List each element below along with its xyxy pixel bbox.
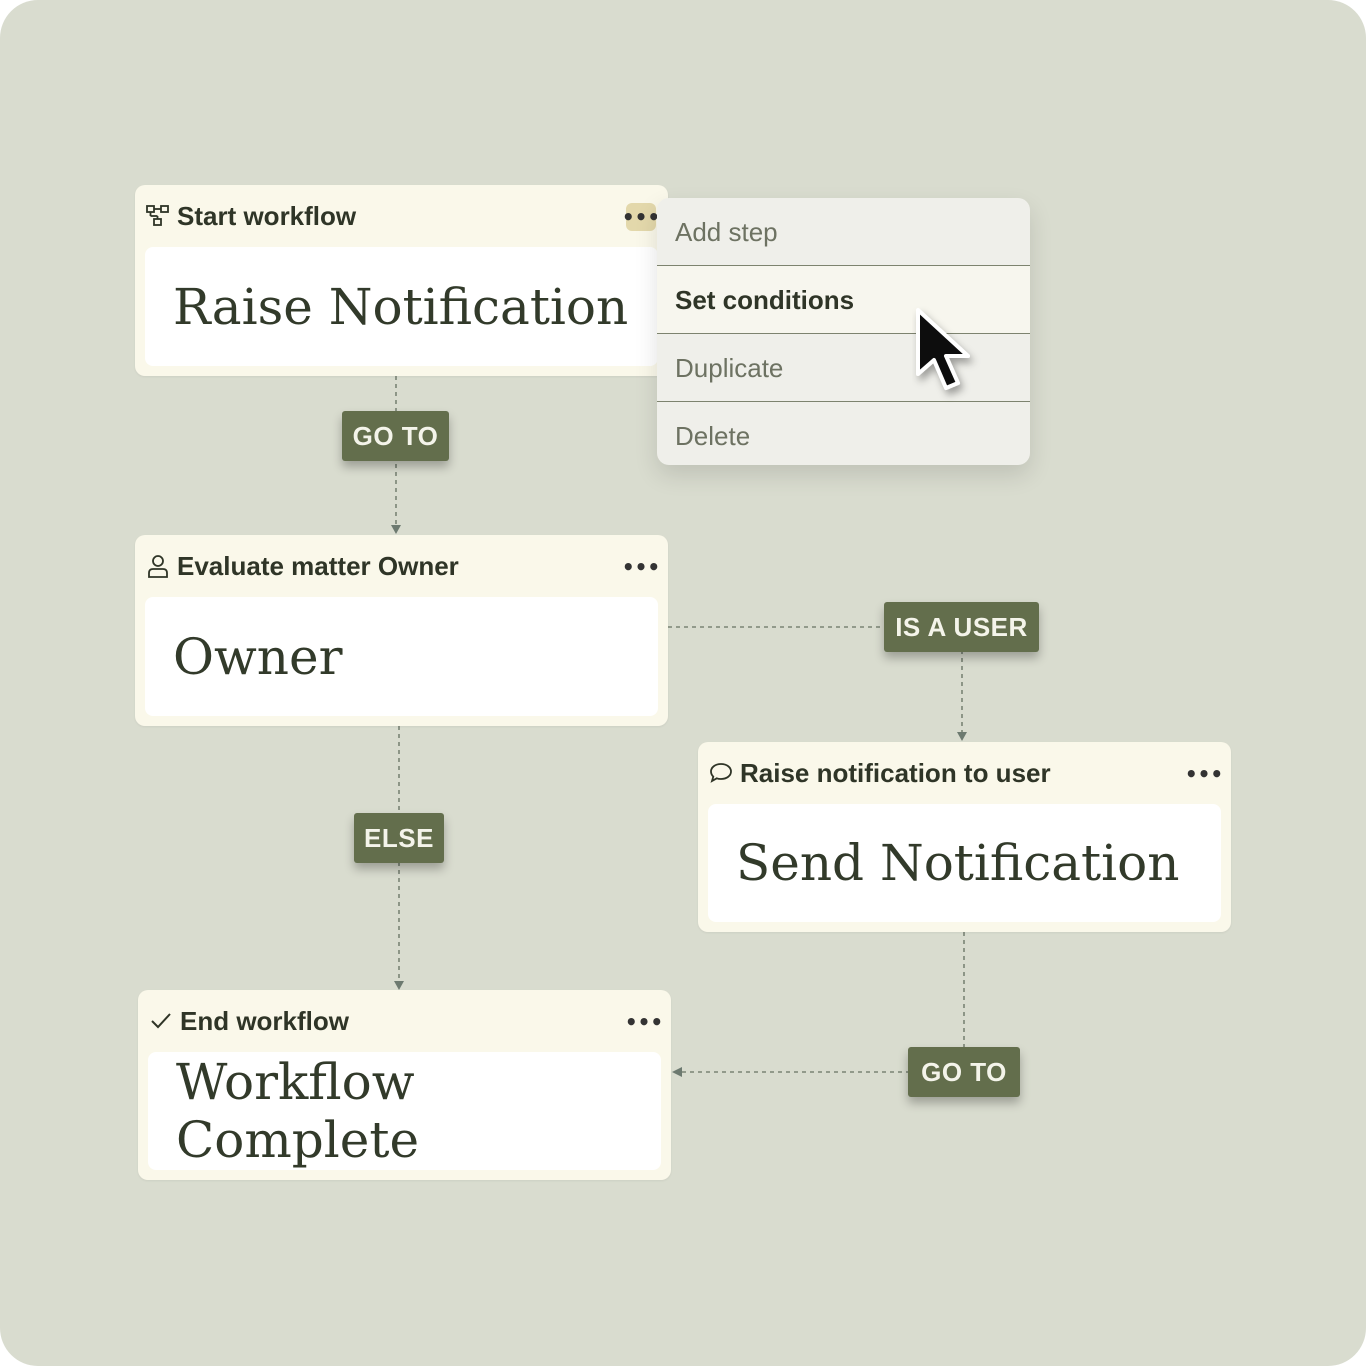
mouse-pointer-icon [916,308,970,390]
start-workflow-step-name: Raise Notification [173,277,629,336]
evaluate-owner-title: Evaluate matter Owner [177,550,459,581]
start-workflow-header: Start workflow [135,185,668,247]
goto-connector-tag[interactable]: GO TO [908,1047,1020,1097]
raise-notification-body[interactable]: Send Notification [708,804,1221,922]
evaluate-owner-header: Evaluate matter Owner [135,535,668,597]
raise-notification-header: Raise notification to user [698,742,1231,804]
start-workflow-body[interactable]: Raise Notification [145,247,658,366]
goto-connector-tag[interactable]: GO TO [342,411,449,461]
user-icon [145,553,171,579]
menu-item-delete[interactable]: Delete [657,402,1030,465]
raise-notification-step-name: Send Notification [736,834,1180,892]
workflow-canvas: Start workflow ••• Raise Notification Ev… [0,0,1366,1366]
evaluate-owner-body[interactable]: Owner [145,597,658,716]
chat-bubble-icon [708,760,734,786]
more-options-button[interactable]: ••• [1185,760,1223,788]
else-connector-tag[interactable]: ELSE [354,813,444,863]
raise-notification-title: Raise notification to user [740,757,1051,788]
raise-notification-card[interactable]: Raise notification to user ••• Send Noti… [698,742,1231,932]
evaluate-owner-step-name: Owner [173,627,343,686]
menu-item-add-step[interactable]: Add step [657,198,1030,266]
start-workflow-card[interactable]: Start workflow ••• Raise Notification [135,185,668,376]
evaluate-owner-card[interactable]: Evaluate matter Owner ••• Owner [135,535,668,726]
end-workflow-body[interactable]: Workflow Complete [148,1052,661,1170]
start-workflow-title: Start workflow [177,200,357,231]
is-a-user-connector-tag[interactable]: IS A USER [884,602,1039,652]
more-options-button[interactable]: ••• [622,553,660,581]
checkmark-icon [148,1008,174,1034]
more-options-button[interactable]: ••• [622,203,660,231]
end-workflow-card[interactable]: End workflow ••• Workflow Complete [138,990,671,1180]
end-workflow-header: End workflow [138,990,671,1052]
workflow-icon [145,203,171,229]
more-options-button[interactable]: ••• [625,1008,663,1036]
end-workflow-title: End workflow [180,1005,349,1036]
end-workflow-step-name: Workflow Complete [176,1053,420,1169]
